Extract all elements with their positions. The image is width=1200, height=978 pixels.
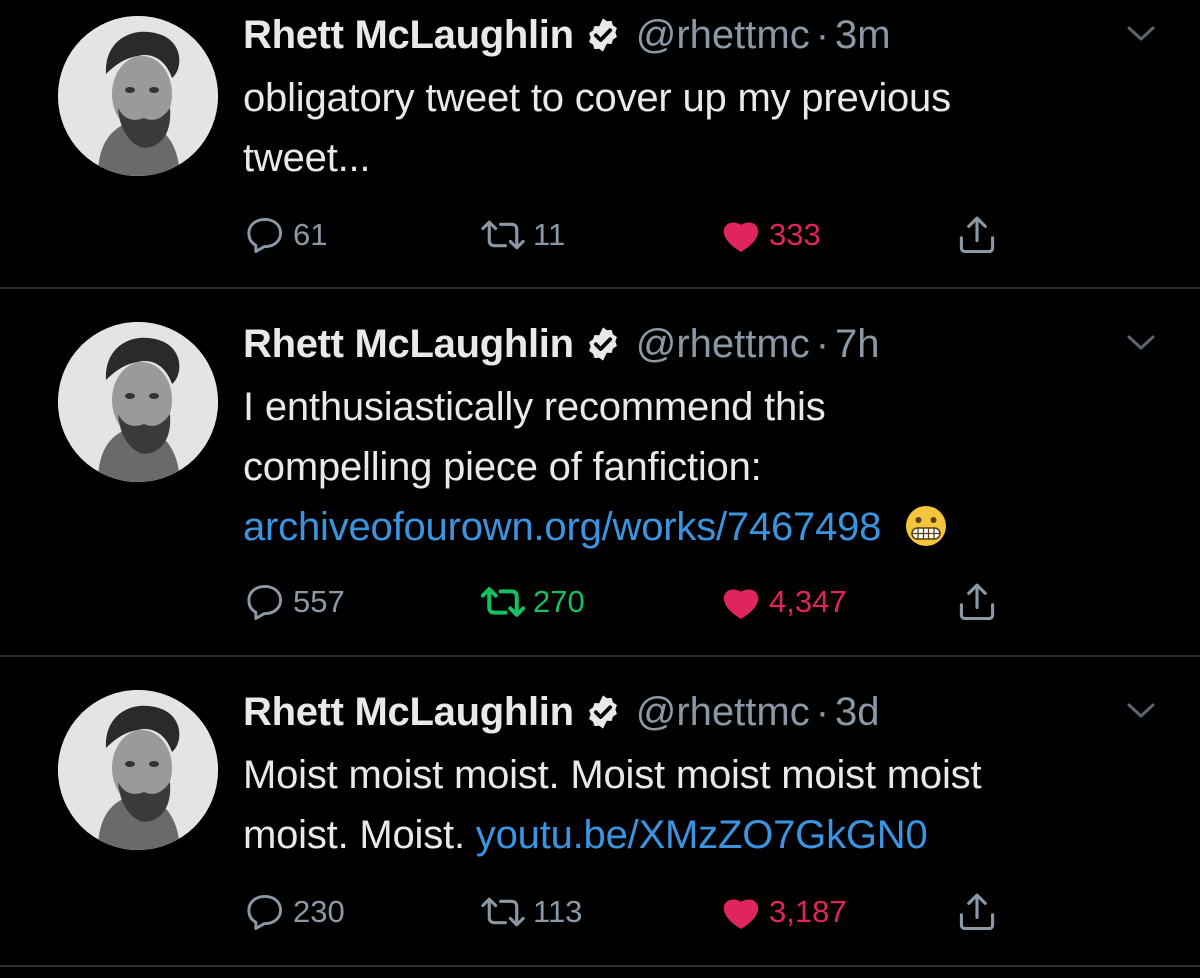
share-icon (955, 213, 999, 257)
tweet-text: Moist moist moist. Moist moist moist moi… (243, 745, 1143, 865)
chevron-down-icon[interactable] (1126, 333, 1156, 353)
avatar[interactable] (58, 690, 218, 850)
separator-dot: · (815, 12, 830, 57)
share-button[interactable] (955, 210, 999, 260)
verified-badge-icon (584, 693, 622, 731)
share-button[interactable] (955, 577, 999, 627)
share-button[interactable] (955, 887, 999, 937)
tweet-text-line: I enthusiastically recommend this (243, 385, 826, 429)
handle[interactable]: @rhettmc (636, 13, 810, 58)
retweet-count: 11 (533, 217, 566, 252)
share-icon (955, 580, 999, 624)
heart-icon (719, 890, 763, 934)
avatar[interactable] (58, 322, 218, 482)
retweet-icon (479, 890, 527, 934)
handle[interactable]: @rhettmc (636, 322, 810, 367)
reply-count: 230 (293, 894, 345, 929)
retweet-icon (479, 213, 527, 257)
tweet-text-line: compelling piece of fanfiction: (243, 445, 762, 489)
reply-icon (243, 213, 287, 257)
retweet-button[interactable]: 270 (479, 577, 585, 627)
tweet-actions: 61 11 333 (243, 210, 1043, 260)
tweet-header: Rhett McLaughlin @rhettmc · 7h (243, 319, 880, 369)
verified-badge-icon (584, 16, 622, 54)
retweet-button[interactable]: 11 (479, 210, 565, 260)
tweet-text-line: Moist moist moist. Moist moist moist moi… (243, 753, 982, 797)
tweet-text-line: obligatory tweet to cover up my previous (243, 76, 951, 120)
tweet-text-line: tweet... (243, 136, 371, 180)
like-count: 333 (769, 217, 821, 252)
tweet-header: Rhett McLaughlin @rhettmc · 3m (243, 10, 891, 60)
like-button[interactable]: 4,347 (719, 577, 847, 627)
share-icon (955, 890, 999, 934)
timestamp[interactable]: 3m (835, 13, 891, 58)
avatar[interactable] (58, 16, 218, 176)
display-name[interactable]: Rhett McLaughlin (243, 690, 574, 735)
tweet-link[interactable]: youtu.be/XMzZO7GkGN0 (476, 813, 928, 857)
tweet-text-fragment: moist. Moist. (243, 813, 465, 857)
like-count: 4,347 (769, 584, 847, 619)
chevron-down-icon[interactable] (1126, 24, 1156, 44)
like-count: 3,187 (769, 894, 847, 929)
display-name[interactable]: Rhett McLaughlin (243, 13, 574, 58)
tweet[interactable]: Rhett McLaughlin @rhettmc · 3d Moist moi… (0, 657, 1200, 967)
heart-icon (719, 580, 763, 624)
reply-count: 61 (293, 217, 328, 252)
retweet-icon (479, 580, 527, 624)
like-button[interactable]: 333 (719, 210, 821, 260)
tweet-header: Rhett McLaughlin @rhettmc · 3d (243, 687, 880, 737)
grimacing-face-emoji (904, 504, 948, 548)
tweet[interactable]: Rhett McLaughlin @rhettmc · 7h I enthusi… (0, 289, 1200, 657)
retweet-count: 113 (533, 894, 583, 929)
tweet-text: I enthusiastically recommend this compel… (243, 377, 1143, 557)
tweet-actions: 230 113 3,187 (243, 887, 1043, 937)
reply-icon (243, 580, 287, 624)
retweet-count: 270 (533, 584, 585, 619)
tweet[interactable]: Rhett McLaughlin @rhettmc · 3m obligator… (0, 0, 1200, 289)
display-name[interactable]: Rhett McLaughlin (243, 322, 574, 367)
reply-count: 557 (293, 584, 345, 619)
reply-button[interactable]: 557 (243, 577, 345, 627)
handle[interactable]: @rhettmc (636, 690, 810, 735)
separator-dot: · (815, 689, 830, 734)
reply-button[interactable]: 61 (243, 210, 327, 260)
timestamp[interactable]: 3d (835, 690, 880, 735)
tweet-text: obligatory tweet to cover up my previous… (243, 68, 1143, 188)
retweet-button[interactable]: 113 (479, 887, 582, 937)
heart-icon (719, 213, 763, 257)
reply-button[interactable]: 230 (243, 887, 345, 937)
verified-badge-icon (584, 325, 622, 363)
tweet-actions: 557 270 4,347 (243, 577, 1043, 627)
chevron-down-icon[interactable] (1126, 701, 1156, 721)
separator-dot: · (815, 321, 830, 366)
like-button[interactable]: 3,187 (719, 887, 847, 937)
tweet-link[interactable]: archiveofourown.org/works/7467498 (243, 505, 881, 549)
reply-icon (243, 890, 287, 934)
timestamp[interactable]: 7h (835, 322, 880, 367)
